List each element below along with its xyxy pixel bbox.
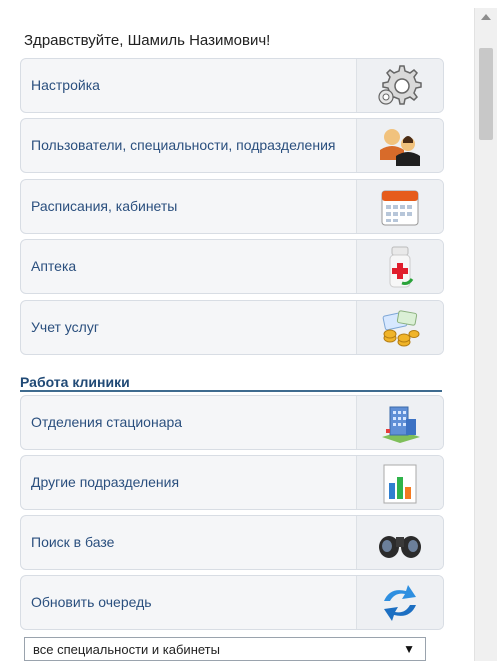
specialty-filter-select[interactable]: все специальности и кабинеты ▼ — [24, 637, 426, 661]
hospital-building-icon — [356, 396, 443, 449]
coins-icon — [356, 301, 443, 354]
menu-item-pharmacy[interactable]: Аптека — [20, 239, 444, 294]
vertical-scrollbar[interactable] — [474, 8, 497, 661]
users-icon — [356, 119, 443, 172]
menu-item-schedules[interactable]: Расписания, кабинеты — [20, 179, 444, 234]
scroll-up-icon[interactable] — [481, 14, 491, 20]
menu-item-label: Расписания, кабинеты — [31, 198, 178, 214]
refresh-arrows-icon — [356, 576, 443, 629]
menu-item-database-search[interactable]: Поиск в базе — [20, 515, 444, 570]
section-divider — [20, 390, 442, 392]
menu-item-label: Другие подразделения — [31, 474, 180, 490]
menu-item-label: Учет услуг — [31, 319, 99, 335]
menu-item-label: Пользователи, специальности, подразделен… — [31, 137, 336, 153]
main-panel: Здравствуйте, Шамиль Назимович! Настройк… — [0, 0, 470, 661]
bar-chart-icon — [356, 456, 443, 509]
gear-icon — [356, 59, 443, 112]
menu-item-label: Поиск в базе — [31, 534, 115, 550]
section-title: Работа клиники — [20, 374, 130, 390]
medicine-bottle-icon — [356, 240, 443, 293]
dropdown-arrow-icon[interactable]: ▼ — [403, 642, 415, 656]
greeting-text: Здравствуйте, Шамиль Назимович! — [24, 32, 271, 49]
menu-item-services[interactable]: Учет услуг — [20, 300, 444, 355]
menu-item-settings[interactable]: Настройка — [20, 58, 444, 113]
menu-item-users[interactable]: Пользователи, специальности, подразделен… — [20, 118, 444, 173]
calendar-icon — [356, 180, 443, 233]
menu-item-label: Отделения стационара — [31, 414, 183, 430]
menu-item-label: Настройка — [31, 77, 100, 93]
menu-item-refresh-queue[interactable]: Обновить очередь — [20, 575, 444, 630]
menu-item-label: Аптека — [31, 258, 77, 274]
menu-item-hospital-departments[interactable]: Отделения стационара — [20, 395, 444, 450]
binoculars-icon — [356, 516, 443, 569]
select-value: все специальности и кабинеты — [33, 641, 220, 657]
scroll-thumb[interactable] — [479, 48, 493, 140]
menu-item-other-departments[interactable]: Другие подразделения — [20, 455, 444, 510]
menu-item-label: Обновить очередь — [31, 594, 152, 610]
